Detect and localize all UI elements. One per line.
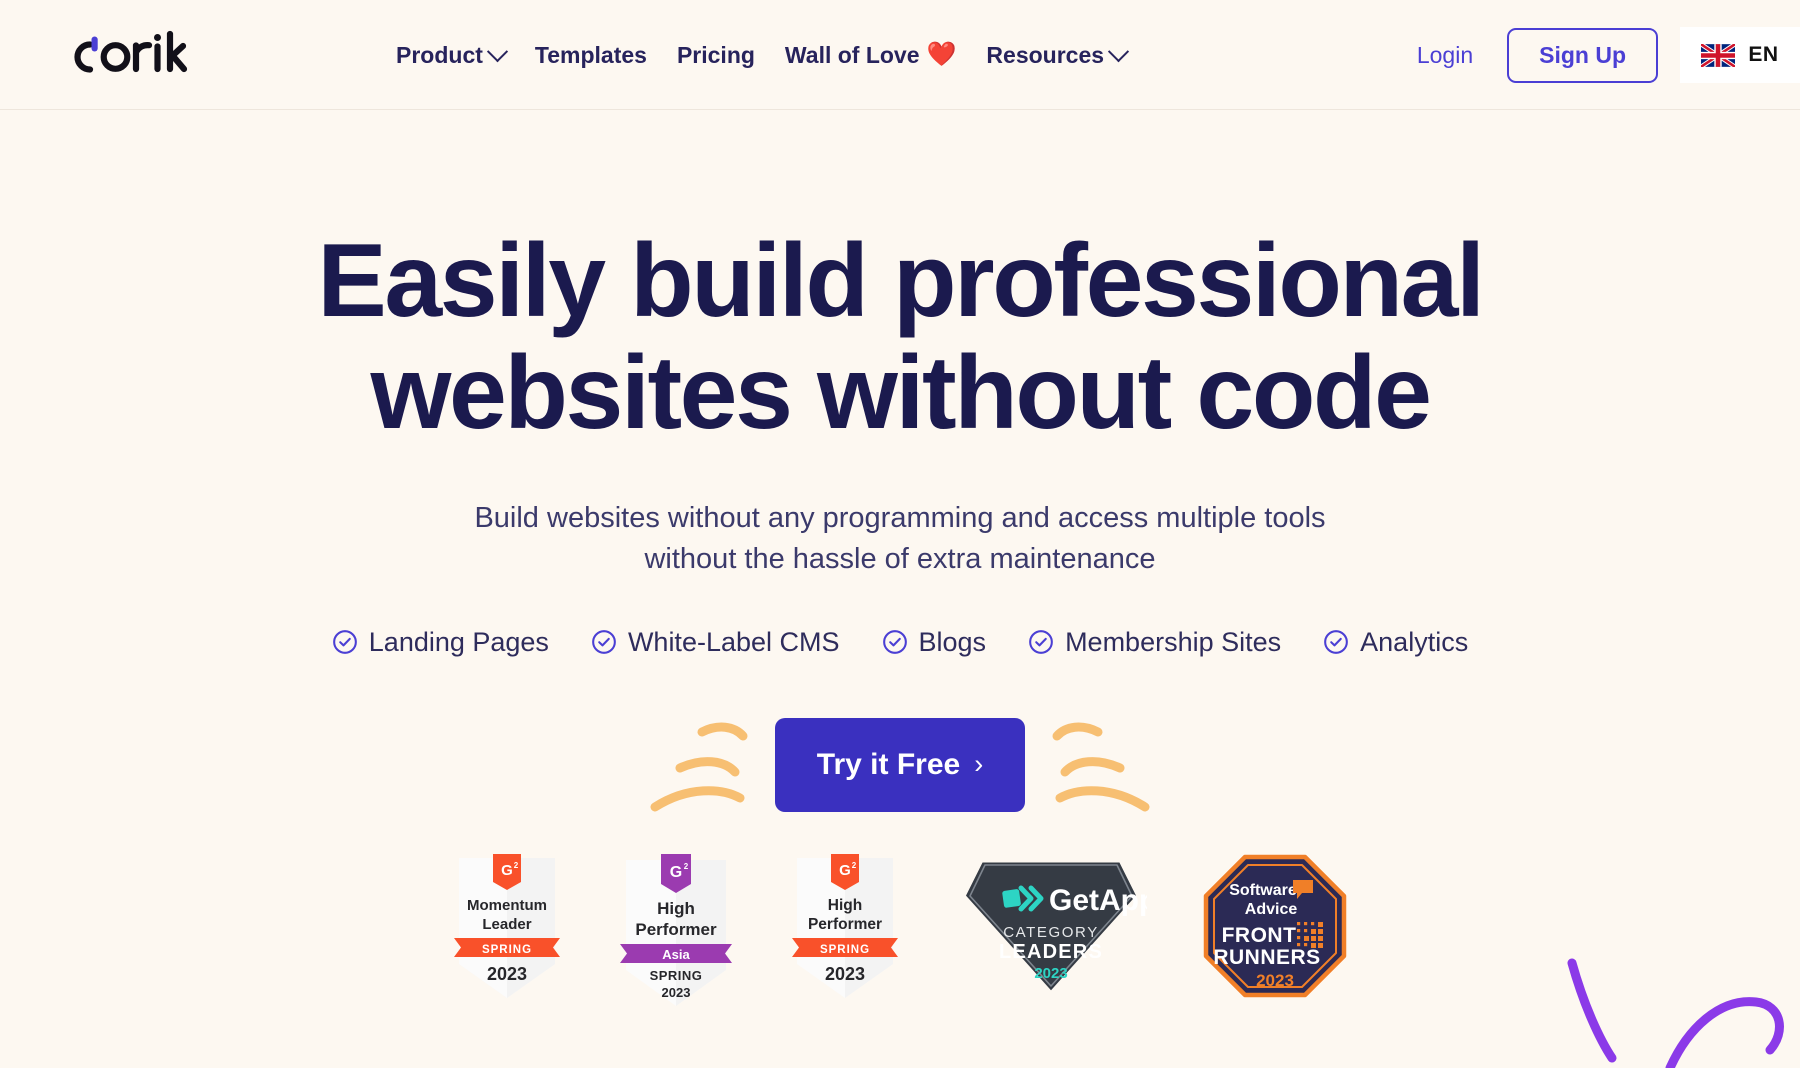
badge-g2-high-performer-asia: G 2 High Performer Asia SPRING 2023 <box>617 852 735 1012</box>
feature-label: Landing Pages <box>368 626 549 657</box>
svg-text:FRONT: FRONT <box>1222 924 1297 947</box>
hero-section: Easily build professional websites witho… <box>0 110 1800 830</box>
nav-item-label: Product <box>396 41 483 68</box>
nav-item-pricing[interactable]: Pricing <box>676 41 755 68</box>
feature-label: Analytics <box>1360 626 1469 657</box>
svg-text:Performer: Performer <box>635 920 717 939</box>
feature-item-membership-sites: Membership Sites <box>1028 627 1281 658</box>
sign-up-button[interactable]: Sign Up <box>1507 27 1658 83</box>
svg-text:Software: Software <box>1229 882 1297 899</box>
feature-item-analytics: Analytics <box>1323 627 1468 658</box>
doodle-lines-right-icon <box>1052 722 1150 812</box>
svg-text:G: G <box>670 864 682 881</box>
badge-g2-high-performer: G 2 High Performer SPRING 2023 <box>789 852 901 1002</box>
hero-subheading: Build websites without any programming a… <box>0 450 1800 580</box>
chevron-right-icon: › <box>974 749 984 780</box>
award-badges: G 2 Momentum Leader SPRING 2023 G 2 High… <box>0 852 1800 1012</box>
feature-list: Landing Pages White-Label CMS Blogs Memb… <box>0 580 1800 658</box>
badge-software-advice-front-runners: Software Advice FRONT RUNNERS 2023 <box>1201 852 1349 1002</box>
badge-shield-icon: G 2 High Performer Asia SPRING 2023 <box>620 854 732 1006</box>
login-link[interactable]: Login <box>1417 42 1473 69</box>
badge-shield-icon: G 2 Momentum Leader SPRING 2023 <box>454 854 560 998</box>
subheading-line-2: without the hassle of extra maintenance <box>644 542 1156 575</box>
feature-label: Membership Sites <box>1065 626 1282 657</box>
cta-label: Try it Free <box>816 747 961 781</box>
check-circle-icon <box>1324 630 1349 655</box>
svg-text:RUNNERS: RUNNERS <box>1213 946 1320 969</box>
uk-flag-icon <box>1701 43 1736 67</box>
svg-text:Momentum: Momentum <box>467 897 547 914</box>
svg-text:SPRING: SPRING <box>820 944 870 956</box>
check-circle-icon <box>1029 630 1053 655</box>
svg-text:CATEGORY: CATEGORY <box>1003 924 1099 941</box>
svg-text:Advice: Advice <box>1245 901 1298 918</box>
svg-text:Leader: Leader <box>482 916 531 933</box>
badge-getapp-category-leaders: GetApp CATEGORY LEADERS 2023 <box>955 852 1147 1002</box>
svg-text:High: High <box>657 899 695 918</box>
svg-text:G: G <box>839 862 851 879</box>
svg-text:Asia: Asia <box>662 947 690 962</box>
check-circle-icon <box>882 630 907 655</box>
headline-line-2: websites without code <box>370 335 1431 452</box>
svg-text:2023: 2023 <box>1034 965 1067 982</box>
feature-item-landing-pages: Landing Pages <box>332 627 549 658</box>
chevron-down-icon <box>1107 40 1130 62</box>
main-navigation: Product Templates Pricing Wall of Love ❤… <box>396 0 1130 110</box>
cta-row: Try it Free › <box>0 700 1800 830</box>
badge-shield-icon: G 2 High Performer SPRING 2023 <box>792 854 898 998</box>
svg-text:2023: 2023 <box>487 964 527 984</box>
svg-text:2: 2 <box>684 862 689 871</box>
svg-text:Performer: Performer <box>808 916 882 933</box>
badge-g2-momentum-leader: G 2 Momentum Leader SPRING 2023 <box>451 852 563 1002</box>
doodle-lines-left-icon <box>650 722 748 812</box>
nav-item-resources[interactable]: Resources <box>986 40 1130 68</box>
dorik-logo-icon <box>74 30 188 73</box>
svg-text:High: High <box>828 897 862 914</box>
feature-item-white-label-cms: White-Label CMS <box>591 627 840 658</box>
nav-item-label: Wall of Love <box>784 41 920 68</box>
chevron-down-icon <box>486 40 508 62</box>
nav-item-wall-of-love[interactable]: Wall of Love ❤️ <box>785 43 957 67</box>
svg-text:GetApp: GetApp <box>1049 884 1147 917</box>
svg-text:2023: 2023 <box>825 964 865 984</box>
svg-text:2: 2 <box>852 861 857 870</box>
nav-item-label: Pricing <box>676 41 755 68</box>
nav-item-label: Templates <box>534 41 647 68</box>
svg-text:SPRING: SPRING <box>482 944 532 956</box>
check-circle-icon <box>332 630 357 655</box>
header-actions: Login Sign Up EN <box>1417 0 1800 110</box>
site-header: Product Templates Pricing Wall of Love ❤… <box>0 0 1800 110</box>
feature-item-blogs: Blogs <box>882 626 987 658</box>
headline-line-1: Easily build professional <box>317 223 1485 339</box>
feature-label: White-Label CMS <box>627 626 840 657</box>
svg-text:LEADERS: LEADERS <box>999 941 1103 963</box>
page-title: Easily build professional websites witho… <box>0 110 1800 450</box>
nav-item-templates[interactable]: Templates <box>534 41 647 68</box>
svg-text:G: G <box>501 862 513 879</box>
svg-text:2023: 2023 <box>1256 971 1294 990</box>
try-it-free-button[interactable]: Try it Free › <box>774 717 1026 812</box>
badge-hexagon-icon: Software Advice FRONT RUNNERS 2023 <box>1203 854 1347 998</box>
language-selector[interactable]: EN <box>1680 27 1800 83</box>
subheading-line-1: Build websites without any programming a… <box>474 501 1326 534</box>
svg-text:2: 2 <box>514 861 519 870</box>
check-circle-icon <box>592 630 616 655</box>
heart-icon: ❤️ <box>926 41 957 68</box>
svg-text:SPRING: SPRING <box>650 968 703 983</box>
language-code: EN <box>1748 43 1779 66</box>
feature-label: Blogs <box>918 626 987 657</box>
badge-diamond-icon: GetApp CATEGORY LEADERS 2023 <box>960 857 1147 997</box>
svg-text:2023: 2023 <box>662 985 691 1000</box>
nav-item-label: Resources <box>986 41 1105 68</box>
nav-item-product[interactable]: Product <box>396 40 508 68</box>
dorik-logo[interactable] <box>60 22 200 84</box>
